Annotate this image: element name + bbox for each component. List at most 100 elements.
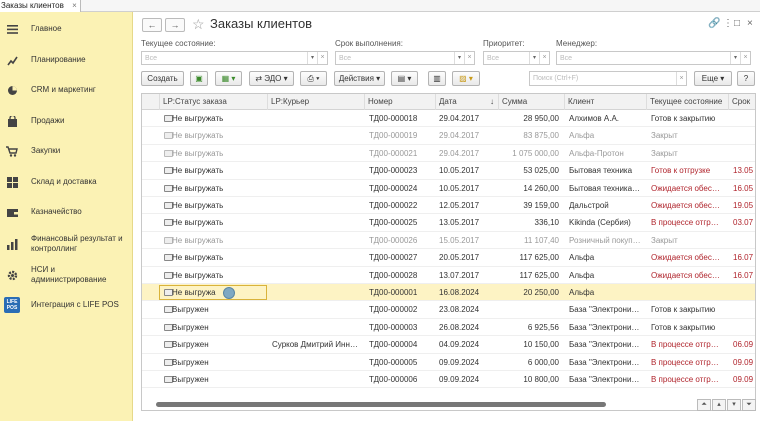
- cell-status: Не выгружать: [172, 148, 224, 158]
- cell-date: 29.04.2017: [439, 114, 480, 123]
- window-tab[interactable]: Заказы клиентов ×: [0, 0, 81, 12]
- print-button[interactable]: ⎙ ▾: [300, 71, 327, 86]
- table-row[interactable]: Не выгружать ТД00-000026 15.05.2017 11 107,…: [142, 232, 755, 250]
- scroll-up-button[interactable]: ▴: [712, 399, 726, 411]
- edo-button[interactable]: ⇄ ЭДО ▾: [249, 71, 294, 86]
- sidebar-item-crm[interactable]: CRM и маркетинг: [0, 83, 133, 97]
- horizontal-scrollbar[interactable]: [156, 402, 606, 407]
- cell-number: ТД00-000026: [369, 235, 418, 245]
- column-header-client[interactable]: Клиент: [565, 94, 647, 110]
- favorite-star-icon[interactable]: ☆: [192, 16, 205, 33]
- sidebar-item-warehouse[interactable]: Склад и доставка: [0, 175, 133, 189]
- more-label: Еще: [701, 74, 719, 83]
- finance-icon: [5, 237, 19, 251]
- table-row[interactable]: Выгружен ТД00-000003 26.08.2024 6 925,56 Баз…: [142, 319, 755, 337]
- column-header-courier[interactable]: LP:Курьер: [268, 94, 365, 110]
- copy-document-icon[interactable]: ▣: [190, 71, 208, 86]
- cell-courier: [272, 145, 364, 162]
- chevron-down-icon[interactable]: ▾: [307, 52, 317, 64]
- sidebar-item-finance[interactable]: Финансовый результат и контроллинг: [0, 233, 133, 255]
- priority-filter-field[interactable]: Все ▾ ×: [483, 51, 550, 65]
- cell-sum: 6 000,00: [527, 357, 559, 367]
- reports-button[interactable]: ▤ ▾: [391, 71, 418, 86]
- clear-icon[interactable]: ×: [464, 52, 474, 64]
- sidebar-item-lifepos[interactable]: LIFE POS Интеграция с LIFE POS: [0, 296, 133, 314]
- help-button[interactable]: ?: [737, 71, 755, 86]
- table-row[interactable]: Выгружен ТД00-000006 09.09.2024 10 800,00 Ба…: [142, 371, 755, 389]
- chevron-down-icon[interactable]: ▾: [454, 52, 464, 64]
- cell-number: ТД00-000023: [369, 166, 418, 176]
- table-row[interactable]: Не выгружать ТД00-000023 10.05.2017 53 025,…: [142, 162, 755, 180]
- clear-icon[interactable]: ×: [539, 52, 549, 64]
- table-row[interactable]: Не выгружать ТД00-000028 13.07.2017 117 625…: [142, 267, 755, 284]
- cell-date: 04.09.2024: [439, 340, 480, 350]
- column-header-deadline[interactable]: Срок: [729, 94, 755, 110]
- cell-client: Kikinda (Сербия): [569, 218, 631, 228]
- sidebar-item-admin[interactable]: НСИ и администрирование: [0, 264, 133, 286]
- attachments-button[interactable]: ▨ ▾: [452, 71, 480, 86]
- column-header-number[interactable]: Номер: [365, 94, 436, 110]
- scroll-bottom-button[interactable]: ⏷: [742, 399, 756, 411]
- cell-deadline: [733, 110, 755, 127]
- table-row[interactable]: Не выгружать ТД00-000025 13.05.2017 336,10 K…: [142, 214, 755, 232]
- clear-icon[interactable]: ×: [676, 72, 686, 85]
- sidebar-item-sales[interactable]: Продажи: [0, 114, 133, 128]
- cell-number: ТД00-000005: [369, 357, 418, 367]
- close-icon[interactable]: ×: [72, 0, 77, 12]
- table-row[interactable]: Не выгружать ТД00-000027 20.05.2017 117 625…: [142, 249, 755, 267]
- back-button[interactable]: ←: [142, 18, 162, 32]
- actions-button[interactable]: Действия ▾: [334, 71, 385, 86]
- column-header-icon[interactable]: [142, 94, 160, 110]
- document-list-icon[interactable]: ▥: [428, 71, 446, 86]
- cell-deadline: 16.07: [733, 270, 754, 280]
- table-row[interactable]: Не выгружать ТД00-000018 29.04.2017 28 950,…: [142, 110, 755, 128]
- cell-number: ТД00-000002: [369, 305, 418, 315]
- close-icon[interactable]: ×: [747, 18, 753, 29]
- table-row[interactable]: Выгружен ТД00-000005 09.09.2024 6 000,00 Баз…: [142, 354, 755, 371]
- column-header-sum[interactable]: Сумма: [499, 94, 565, 110]
- cell-courier: [272, 127, 364, 144]
- table-row[interactable]: Не выгружать ТД00-000019 29.04.2017 83 875,…: [142, 127, 755, 145]
- scroll-down-button[interactable]: ▾: [727, 399, 741, 411]
- state-filter-field[interactable]: Все ▾ ×: [141, 51, 328, 65]
- sidebar-item-planning[interactable]: Планирование: [0, 53, 133, 67]
- clear-icon[interactable]: ×: [317, 52, 327, 64]
- sidebar-item-treasury[interactable]: Казначейство: [0, 205, 133, 219]
- chevron-down-icon[interactable]: ▾: [529, 52, 539, 64]
- cell-sum: 117 625,00: [519, 270, 559, 280]
- link-icon[interactable]: 🔗: [708, 18, 720, 29]
- sidebar-item-label: Продажи: [31, 116, 65, 125]
- column-header-date[interactable]: Дата ↓: [436, 94, 499, 110]
- cell-client: Альфа: [569, 131, 595, 141]
- sidebar-item-main[interactable]: Главное: [0, 22, 133, 36]
- column-header-state[interactable]: Текущее состояние: [647, 94, 729, 110]
- column-header-status[interactable]: LP:Статус заказа: [160, 94, 268, 110]
- scroll-top-button[interactable]: ⏶: [697, 399, 711, 411]
- cell-sum: 1 075 000,00: [512, 148, 559, 158]
- table-row[interactable]: Не выгружать ТД00-000021 29.04.2017 1 075 0…: [142, 145, 755, 163]
- cell-courier: [272, 284, 364, 301]
- cell-date: 16.08.2024: [439, 288, 480, 297]
- table-row[interactable]: Не выгружать ТД00-000024 10.05.2017 14 260,…: [142, 180, 755, 197]
- cell-state: В процессе отгр…: [651, 218, 719, 228]
- table-row[interactable]: Не выгружать ТД00-000022 12.05.2017 39 159,…: [142, 197, 755, 215]
- cell-status: Выгружен: [172, 305, 209, 315]
- edo-label: ЭДО: [264, 74, 282, 83]
- manager-filter-field[interactable]: Все ▾ ×: [556, 51, 751, 65]
- create-button[interactable]: Создать: [141, 71, 184, 86]
- forward-button[interactable]: →: [165, 18, 185, 32]
- cell-number: ТД00-000019: [369, 131, 418, 141]
- create-based-on-button[interactable]: ▦ ▾: [215, 71, 242, 86]
- search-input[interactable]: Поиск (Ctrl+F) ×: [529, 71, 687, 86]
- sidebar-item-purchases[interactable]: Закупки: [0, 144, 133, 158]
- table-row[interactable]: Выгружен ТД00-000002 23.08.2024 База "Элект…: [142, 301, 755, 319]
- clear-icon[interactable]: ×: [740, 52, 750, 64]
- more-button[interactable]: Еще ▾: [694, 71, 732, 86]
- chevron-down-icon[interactable]: ▾: [730, 52, 740, 64]
- cell-state: Готов к отгрузке: [651, 166, 711, 176]
- deadline-filter-field[interactable]: Все ▾ ×: [335, 51, 475, 65]
- more-vertical-icon[interactable]: ⋮: [723, 18, 733, 29]
- table-row[interactable]: Выгружен Сурков Дмитрий Инн… ТД00-000004 04…: [142, 336, 755, 354]
- table-row[interactable]: Не выгружа ТД00-000001 16.08.2024 20 250,00…: [142, 284, 755, 302]
- restore-icon[interactable]: □: [734, 18, 740, 29]
